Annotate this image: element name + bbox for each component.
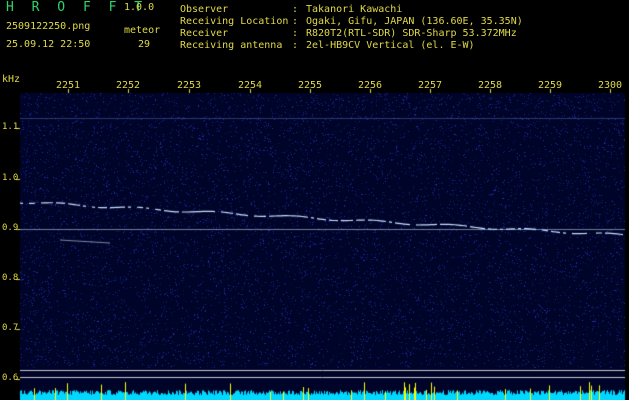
y-axis-unit: kHz <box>2 74 21 85</box>
info-key: Observer <box>180 4 229 15</box>
x-tick-label: 2257 <box>417 80 443 91</box>
meteor-count: 29 <box>138 39 151 50</box>
info-key: Receiving Location <box>180 16 289 27</box>
station-info: Observer : Takanori Kawachi Receiving Lo… <box>180 4 523 52</box>
app-version: 1.0.0 <box>124 2 155 13</box>
y-tick-label: 0.7 <box>2 323 19 333</box>
spectrogram-canvas <box>0 0 629 400</box>
y-tick-label: 0.8 <box>2 273 19 283</box>
meteor-label: meteor <box>124 25 161 36</box>
info-separator: : <box>292 4 299 15</box>
info-value: 2el-HB9CV Vertical (el. E-W) <box>306 40 475 51</box>
info-value: Takanori Kawachi <box>306 4 403 15</box>
info-row-antenna: Receiving antenna : 2el-HB9CV Vertical (… <box>180 40 523 52</box>
y-tick-label: 0.6 <box>2 373 19 383</box>
datetime: 25.09.12 22:50 <box>6 39 91 50</box>
y-tick-label: 1.0 <box>2 173 19 183</box>
x-tick-label: 2259 <box>537 80 563 91</box>
x-tick-label: 2252 <box>115 80 141 91</box>
x-tick-label: 2255 <box>297 80 323 91</box>
x-tick-label: 2254 <box>237 80 263 91</box>
info-value: R820T2(RTL-SDR) SDR-Sharp 53.372MHz <box>306 28 517 39</box>
info-key: Receiving antenna <box>180 40 283 51</box>
filename: 2509122250.png <box>6 21 91 32</box>
info-value: Ogaki, Gifu, JAPAN (136.60E, 35.35N) <box>306 16 523 27</box>
info-row-observer: Observer : Takanori Kawachi <box>180 4 523 16</box>
info-row-location: Receiving Location : Ogaki, Gifu, JAPAN … <box>180 16 523 28</box>
y-tick-label: 0.9 <box>2 223 19 233</box>
info-row-receiver: Receiver : R820T2(RTL-SDR) SDR-Sharp 53.… <box>180 28 523 40</box>
info-separator: : <box>292 40 299 51</box>
info-key: Receiver <box>180 28 229 39</box>
info-separator: : <box>292 28 299 39</box>
x-tick-label: 2300 <box>597 80 623 91</box>
x-tick-label: 2251 <box>55 80 81 91</box>
info-separator: : <box>292 16 299 27</box>
x-tick-label: 2256 <box>357 80 383 91</box>
x-tick-label: 2253 <box>176 80 202 91</box>
y-tick-label: 1.1 <box>2 122 19 132</box>
x-tick-label: 2258 <box>477 80 503 91</box>
